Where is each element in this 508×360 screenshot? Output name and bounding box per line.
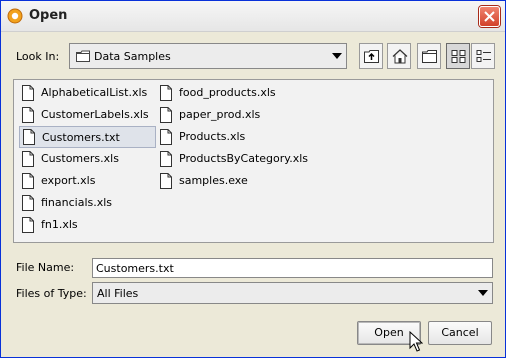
file-icon [160, 129, 172, 145]
file-type-value: All Files [97, 287, 139, 300]
open-dialog: Open Look In: Data Samples AlphabeticalL… [0, 0, 506, 358]
list-item[interactable]: AlphabeticalList.xls [19, 83, 159, 103]
new-folder-icon [422, 50, 437, 63]
close-icon [484, 11, 495, 22]
list-item-selected[interactable]: Customers.txt [19, 126, 156, 148]
app-icon [7, 8, 23, 24]
window-title: Open [29, 8, 68, 23]
file-icon [22, 107, 34, 123]
title-bar: Open [1, 1, 505, 32]
file-name: CustomerLabels.xls [41, 108, 149, 121]
details-view-button[interactable] [471, 43, 495, 69]
file-name-field[interactable] [92, 258, 493, 278]
file-name-input[interactable] [93, 259, 492, 277]
file-icon [22, 217, 34, 233]
file-name: Products.xls [179, 130, 246, 143]
list-item[interactable]: Customers.xls [19, 149, 159, 169]
folder-icon [76, 50, 90, 62]
file-name: export.xls [41, 174, 96, 187]
file-icon [160, 173, 172, 189]
mouse-cursor-icon [409, 331, 423, 352]
file-name: financials.xls [41, 196, 113, 209]
list-item[interactable]: CustomerLabels.xls [19, 105, 159, 125]
file-name: food_products.xls [179, 86, 276, 99]
file-icon [22, 173, 34, 189]
file-icon [160, 151, 172, 167]
list-item[interactable]: samples.exe [157, 171, 327, 191]
file-name: samples.exe [179, 174, 248, 187]
file-name: Customers.xls [41, 152, 119, 165]
file-name: ProductsByCategory.xls [179, 152, 309, 165]
up-one-level-button[interactable] [359, 43, 383, 69]
look-in-dropdown[interactable]: Data Samples [69, 43, 347, 69]
file-name: Customers.txt [42, 131, 120, 144]
file-icon [23, 129, 35, 145]
file-icon [160, 85, 172, 101]
list-item[interactable]: Products.xls [157, 127, 327, 147]
up-one-level-icon [364, 50, 379, 63]
list-view-button[interactable] [446, 43, 470, 69]
home-button[interactable] [387, 43, 411, 69]
new-folder-button[interactable] [417, 43, 441, 69]
list-view-icon [451, 50, 466, 63]
file-name-label: File Name: [16, 261, 75, 274]
cancel-button[interactable]: Cancel [428, 321, 492, 345]
file-icon [22, 195, 34, 211]
list-item[interactable]: export.xls [19, 171, 159, 191]
list-item[interactable]: paper_prod.xls [157, 105, 327, 125]
home-icon [392, 49, 408, 64]
file-icon [22, 151, 34, 167]
close-button[interactable] [479, 6, 500, 27]
file-name: AlphabeticalList.xls [41, 86, 148, 99]
file-type-label: Files of Type: [16, 287, 87, 300]
file-name: fn1.xls [41, 218, 78, 231]
file-type-dropdown[interactable]: All Files [92, 282, 493, 304]
look-in-value: Data Samples [94, 50, 171, 63]
file-icon [160, 107, 172, 123]
list-item[interactable]: ProductsByCategory.xls [157, 149, 327, 169]
look-in-label: Look In: [16, 50, 60, 63]
list-item[interactable]: fn1.xls [19, 215, 159, 235]
file-list[interactable]: AlphabeticalList.xls CustomerLabels.xls … [13, 79, 494, 243]
list-item[interactable]: financials.xls [19, 193, 159, 213]
list-item[interactable]: food_products.xls [157, 83, 327, 103]
chevron-down-icon [332, 53, 342, 59]
file-icon [22, 85, 34, 101]
file-name: paper_prod.xls [179, 108, 261, 121]
chevron-down-icon [478, 290, 488, 296]
details-view-icon [476, 50, 491, 62]
